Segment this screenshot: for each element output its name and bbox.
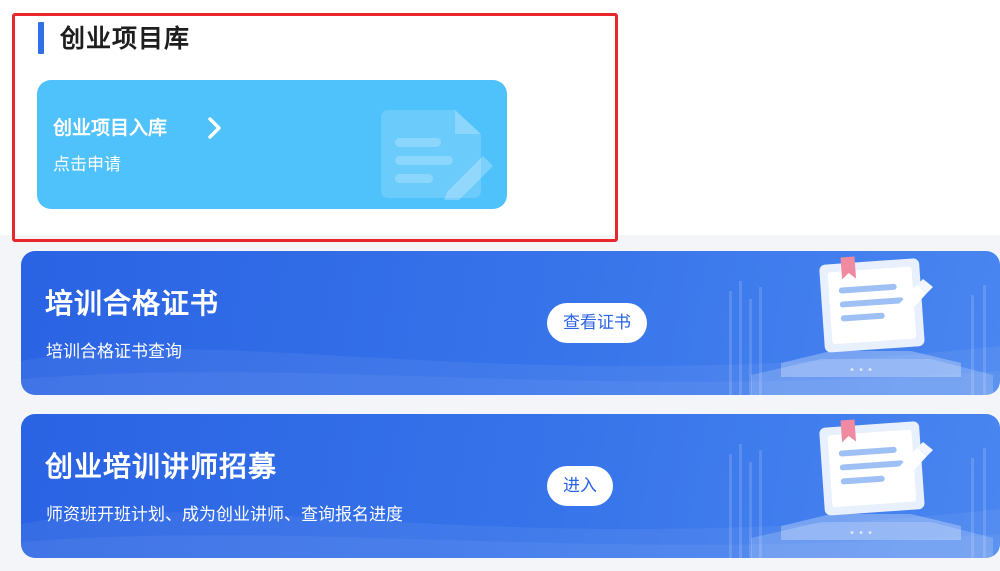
project-entry-card[interactable]: 创业项目入库 点击申请 [37, 80, 507, 209]
enter-button[interactable]: 进入 [547, 466, 613, 506]
banner-subtitle: 培训合格证书查询 [46, 342, 182, 362]
trainer-recruitment-banner[interactable]: • • • 创业培训讲师招募 师资班开班计划、成为创业讲师、查询报名进度 进入 [21, 414, 1000, 558]
entry-card-title: 创业项目入库 [53, 117, 168, 139]
certificate-illustration: • • • [729, 419, 993, 558]
certificate-illustration: • • • [729, 256, 993, 395]
svg-text:• • •: • • • [849, 528, 873, 539]
document-edit-icon [381, 110, 493, 200]
view-certificate-button[interactable]: 查看证书 [547, 303, 647, 343]
certificate-banner[interactable]: • • • 培训合格证书 培训合格证书查询 查看证书 [21, 251, 1000, 395]
entry-card-subtitle: 点击申请 [53, 155, 121, 175]
banner-title: 创业培训讲师招募 [45, 450, 278, 483]
section-title: 创业项目库 [60, 24, 191, 53]
section-accent-bar [38, 22, 44, 54]
svg-text:• • •: • • • [849, 365, 873, 376]
banner-title: 培训合格证书 [45, 287, 220, 320]
banner-subtitle: 师资班开班计划、成为创业讲师、查询报名进度 [46, 505, 403, 525]
chevron-right-icon [208, 117, 221, 139]
